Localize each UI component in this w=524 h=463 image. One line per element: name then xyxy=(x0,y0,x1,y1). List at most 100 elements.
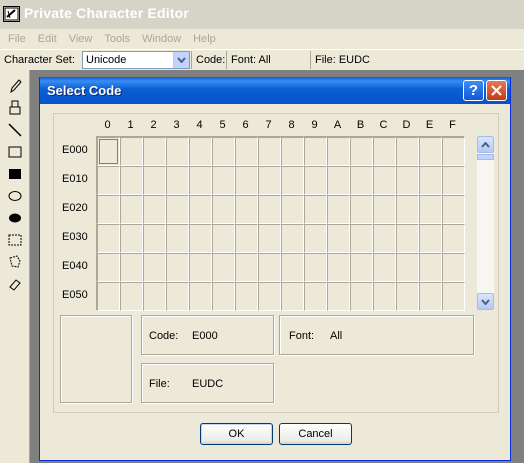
code-cell[interactable] xyxy=(304,253,327,282)
scroll-thumb[interactable] xyxy=(477,154,494,160)
code-cell[interactable] xyxy=(189,282,212,311)
code-cell[interactable] xyxy=(327,282,350,311)
grid-scrollbar[interactable] xyxy=(477,136,494,310)
code-cell[interactable] xyxy=(281,224,304,253)
code-cell[interactable] xyxy=(419,166,442,195)
code-cell[interactable] xyxy=(189,224,212,253)
close-button[interactable] xyxy=(486,80,507,101)
code-cell[interactable] xyxy=(97,253,120,282)
code-cell[interactable] xyxy=(304,282,327,311)
code-cell[interactable] xyxy=(120,166,143,195)
line-icon[interactable] xyxy=(5,120,25,140)
code-cell[interactable] xyxy=(97,282,120,311)
code-cell[interactable] xyxy=(143,224,166,253)
filled-ellipse-icon[interactable] xyxy=(5,208,25,228)
code-cell[interactable] xyxy=(235,166,258,195)
app-icon[interactable] xyxy=(3,6,20,22)
code-cell[interactable] xyxy=(258,166,281,195)
code-cell[interactable] xyxy=(166,166,189,195)
hollow-rectangle-icon[interactable] xyxy=(5,142,25,162)
code-cell[interactable] xyxy=(212,166,235,195)
code-cell[interactable] xyxy=(166,224,189,253)
code-cell[interactable] xyxy=(419,253,442,282)
code-cell[interactable] xyxy=(212,253,235,282)
code-cell[interactable] xyxy=(327,253,350,282)
code-cell[interactable] xyxy=(350,282,373,311)
code-cell[interactable] xyxy=(235,282,258,311)
code-cell[interactable] xyxy=(442,195,465,224)
code-cell[interactable] xyxy=(189,166,212,195)
code-cell[interactable] xyxy=(304,166,327,195)
code-cell[interactable] xyxy=(396,253,419,282)
code-cell[interactable] xyxy=(327,137,350,166)
code-cell[interactable] xyxy=(235,253,258,282)
code-cell[interactable] xyxy=(350,166,373,195)
code-cell[interactable] xyxy=(212,224,235,253)
chevron-down-icon[interactable] xyxy=(173,52,189,68)
code-cell[interactable] xyxy=(419,137,442,166)
code-cell[interactable] xyxy=(235,195,258,224)
code-cell[interactable] xyxy=(419,195,442,224)
code-cell[interactable] xyxy=(258,224,281,253)
hollow-ellipse-icon[interactable] xyxy=(5,186,25,206)
code-cell[interactable] xyxy=(143,166,166,195)
code-cell[interactable] xyxy=(304,195,327,224)
code-cell[interactable] xyxy=(120,195,143,224)
code-cell[interactable] xyxy=(396,195,419,224)
menu-window[interactable]: Window xyxy=(136,33,187,45)
code-cell[interactable] xyxy=(396,166,419,195)
code-cell[interactable] xyxy=(373,195,396,224)
code-cell[interactable] xyxy=(327,166,350,195)
code-cell[interactable] xyxy=(327,224,350,253)
scroll-up-button[interactable] xyxy=(477,136,494,153)
code-cell[interactable] xyxy=(442,282,465,311)
code-cell[interactable] xyxy=(373,253,396,282)
freeform-selection-icon[interactable] xyxy=(5,252,25,272)
menu-help[interactable]: Help xyxy=(187,33,222,45)
scroll-down-button[interactable] xyxy=(477,293,494,310)
code-cell[interactable] xyxy=(120,137,143,166)
code-cell[interactable] xyxy=(258,253,281,282)
code-cell[interactable] xyxy=(281,282,304,311)
code-cell[interactable] xyxy=(442,137,465,166)
code-cell[interactable] xyxy=(373,282,396,311)
code-cell[interactable] xyxy=(396,282,419,311)
menu-view[interactable]: View xyxy=(63,33,99,45)
code-cell[interactable] xyxy=(419,224,442,253)
code-cell[interactable] xyxy=(120,224,143,253)
code-cell[interactable] xyxy=(212,137,235,166)
code-cell[interactable] xyxy=(442,166,465,195)
code-cell[interactable] xyxy=(327,195,350,224)
code-cell[interactable] xyxy=(97,224,120,253)
code-cell[interactable] xyxy=(189,137,212,166)
menu-edit[interactable]: Edit xyxy=(32,33,63,45)
code-cell[interactable] xyxy=(235,137,258,166)
code-cell[interactable] xyxy=(143,253,166,282)
brush-icon[interactable] xyxy=(5,98,25,118)
code-cell[interactable] xyxy=(143,137,166,166)
code-cell[interactable] xyxy=(396,137,419,166)
code-cell[interactable] xyxy=(373,224,396,253)
code-cell[interactable] xyxy=(166,253,189,282)
code-cell[interactable] xyxy=(350,224,373,253)
filled-rectangle-icon[interactable] xyxy=(5,164,25,184)
code-cell[interactable] xyxy=(212,195,235,224)
code-cell[interactable] xyxy=(350,253,373,282)
code-cell[interactable] xyxy=(281,166,304,195)
code-cell[interactable] xyxy=(212,282,235,311)
code-cell[interactable] xyxy=(373,137,396,166)
charset-select[interactable]: Unicode xyxy=(82,51,190,69)
code-cell[interactable] xyxy=(419,282,442,311)
code-cell[interactable] xyxy=(97,137,120,166)
code-cell[interactable] xyxy=(97,166,120,195)
code-cell[interactable] xyxy=(281,253,304,282)
code-cell[interactable] xyxy=(166,282,189,311)
code-cell[interactable] xyxy=(120,282,143,311)
cancel-button[interactable]: Cancel xyxy=(279,423,352,445)
code-cell[interactable] xyxy=(189,195,212,224)
code-cell[interactable] xyxy=(166,137,189,166)
rectangular-selection-icon[interactable] xyxy=(5,230,25,250)
menu-tools[interactable]: Tools xyxy=(98,33,136,45)
code-cell[interactable] xyxy=(304,224,327,253)
code-cell[interactable] xyxy=(258,282,281,311)
